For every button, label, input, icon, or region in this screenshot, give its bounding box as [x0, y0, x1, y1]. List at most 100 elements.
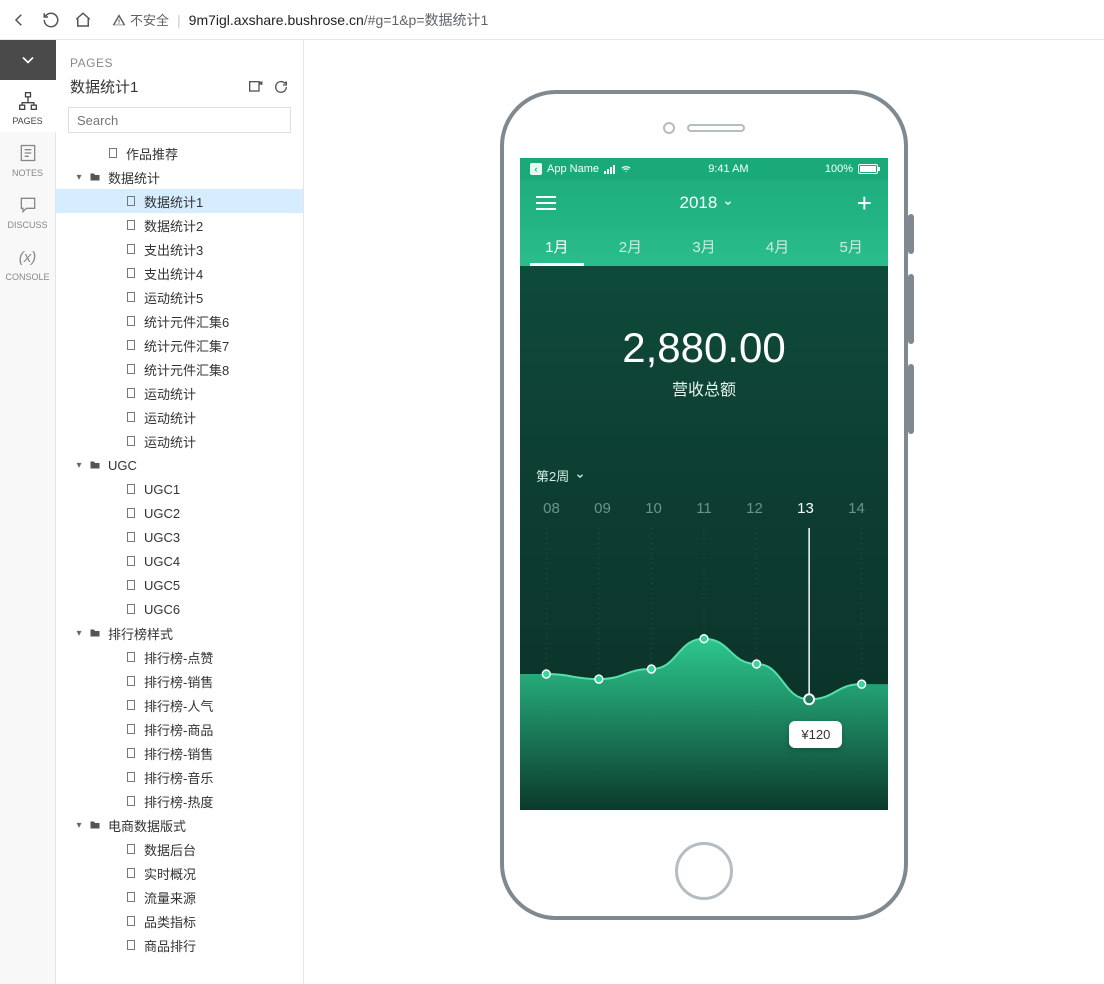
month-tab[interactable]: 1月 [520, 226, 594, 266]
tree-folder[interactable]: ▾排行榜样式 [56, 621, 303, 645]
chevron-down-icon: ▾ [72, 820, 86, 831]
tree-page[interactable]: 数据统计1 [56, 189, 303, 213]
tree-page[interactable]: UGC5 [56, 573, 303, 597]
home-button[interactable] [675, 842, 733, 900]
month-tab[interactable]: 5月 [814, 226, 888, 266]
tree-page[interactable]: 运动统计5 [56, 285, 303, 309]
phone-screen: ‹ App Name 9:41 AM 100% 2018 + [520, 158, 888, 810]
day-label[interactable]: 10 [645, 500, 662, 517]
tree-page[interactable]: 作品推荐 [56, 141, 303, 165]
page-icon [124, 482, 138, 496]
rail-console[interactable]: (x) CONSOLE [0, 236, 56, 288]
tree-page[interactable]: 品类指标 [56, 909, 303, 933]
rail-label: NOTES [12, 168, 43, 178]
address-bar[interactable]: 不安全 | 9m7igl.axshare.bushrose.cn/#g=1&p=… [112, 10, 488, 30]
day-label[interactable]: 11 [696, 500, 712, 517]
camera-icon [663, 122, 675, 134]
tree-page[interactable]: 排行榜-热度 [56, 789, 303, 813]
tree-page[interactable]: 统计元件汇集6 [56, 309, 303, 333]
tree-page[interactable]: UGC2 [56, 501, 303, 525]
rail-label: DISCUSS [7, 220, 47, 230]
url-text: 9m7igl.axshare.bushrose.cn/#g=1&p=数据统计1 [189, 10, 489, 30]
area-chart: ¥120 [520, 528, 888, 810]
tree-folder[interactable]: ▾UGC [56, 453, 303, 477]
back-icon[interactable] [10, 11, 28, 29]
day-label[interactable]: 13 [797, 500, 814, 517]
page-icon [124, 842, 138, 856]
tree-page[interactable]: 支出统计3 [56, 237, 303, 261]
tree-page[interactable]: 流量来源 [56, 885, 303, 909]
chart-tooltip: ¥120 [789, 721, 842, 748]
tree-page[interactable]: 数据统计2 [56, 213, 303, 237]
tree-page[interactable]: 运动统计 [56, 429, 303, 453]
notch [663, 122, 745, 134]
tree-page[interactable]: 排行榜-商品 [56, 717, 303, 741]
tree-label: UGC2 [144, 506, 180, 521]
add-button[interactable]: + [857, 188, 872, 219]
refresh-icon[interactable] [42, 11, 60, 29]
tree-label: 数据统计1 [144, 192, 203, 211]
day-label[interactable]: 09 [594, 500, 611, 517]
tree-page[interactable]: 排行榜-销售 [56, 741, 303, 765]
tree-page[interactable]: 统计元件汇集8 [56, 357, 303, 381]
export-icon[interactable] [247, 79, 263, 95]
tree-folder[interactable]: ▾电商数据版式 [56, 813, 303, 837]
tree-folder[interactable]: ▾ 数据统计 [56, 165, 303, 189]
page-icon [124, 698, 138, 712]
rail-discuss[interactable]: DISCUSS [0, 184, 56, 236]
status-bar: ‹ App Name 9:41 AM 100% [520, 158, 888, 180]
tree-page[interactable]: UGC1 [56, 477, 303, 501]
tree-label: 作品推荐 [126, 144, 178, 163]
tree-label: 运动统计 [144, 408, 196, 427]
tree-page[interactable]: 排行榜-点赞 [56, 645, 303, 669]
day-label[interactable]: 12 [746, 500, 763, 517]
page-icon [106, 146, 120, 160]
tree-label: 排行榜-点赞 [144, 648, 213, 667]
tree-page[interactable]: 统计元件汇集7 [56, 333, 303, 357]
page-icon [124, 674, 138, 688]
tree-page[interactable]: 支出统计4 [56, 261, 303, 285]
app-header: 2018 + [520, 180, 888, 226]
week-selector[interactable]: 第2周 [536, 466, 585, 485]
tree-label: UGC6 [144, 602, 180, 617]
tree-label: 数据后台 [144, 840, 196, 859]
tree-page[interactable]: 排行榜-人气 [56, 693, 303, 717]
page-icon [124, 554, 138, 568]
reload-icon[interactable] [273, 79, 289, 95]
tree-page[interactable]: UGC4 [56, 549, 303, 573]
chevron-down-icon: ▾ [72, 172, 86, 183]
home-icon[interactable] [74, 11, 92, 29]
page-tree[interactable]: 作品推荐▾数据统计数据统计1数据统计2支出统计3支出统计4运动统计5统计元件汇集… [56, 141, 303, 984]
tree-page[interactable]: 数据后台 [56, 837, 303, 861]
month-tab[interactable]: 3月 [667, 226, 741, 266]
rail-notes[interactable]: NOTES [0, 132, 56, 184]
tree-label: 支出统计4 [144, 264, 203, 283]
browser-toolbar: 不安全 | 9m7igl.axshare.bushrose.cn/#g=1&p=… [0, 0, 1104, 40]
left-rail: PAGES NOTES DISCUSS (x) CONSOLE [0, 40, 56, 984]
folder-icon [88, 818, 102, 832]
battery-icon [858, 164, 878, 174]
menu-icon[interactable] [536, 196, 556, 210]
tree-label: 数据统计 [108, 168, 160, 187]
search-input[interactable] [68, 107, 291, 133]
tree-label: 运动统计 [144, 432, 196, 451]
tree-page[interactable]: 运动统计 [56, 381, 303, 405]
month-tab[interactable]: 4月 [741, 226, 815, 266]
page-icon [124, 722, 138, 736]
tree-page[interactable]: 排行榜-音乐 [56, 765, 303, 789]
day-label[interactable]: 14 [848, 500, 865, 517]
tree-page[interactable]: UGC6 [56, 597, 303, 621]
day-label[interactable]: 08 [543, 500, 560, 517]
chevron-down-icon [575, 471, 585, 481]
month-tab[interactable]: 2月 [594, 226, 668, 266]
tree-page[interactable]: 商品排行 [56, 933, 303, 957]
tree-page[interactable]: UGC3 [56, 525, 303, 549]
sitemap-icon [17, 90, 39, 112]
year-selector[interactable]: 2018 [679, 193, 733, 213]
pages-panel: PAGES 数据统计1 作品推荐▾数据统计数据统计1数据统计2支出统计3支出统计… [56, 40, 304, 984]
tree-page[interactable]: 排行榜-销售 [56, 669, 303, 693]
rail-pages[interactable]: PAGES [0, 80, 56, 132]
rail-collapse[interactable] [0, 40, 56, 80]
tree-page[interactable]: 运动统计 [56, 405, 303, 429]
tree-page[interactable]: 实时概况 [56, 861, 303, 885]
